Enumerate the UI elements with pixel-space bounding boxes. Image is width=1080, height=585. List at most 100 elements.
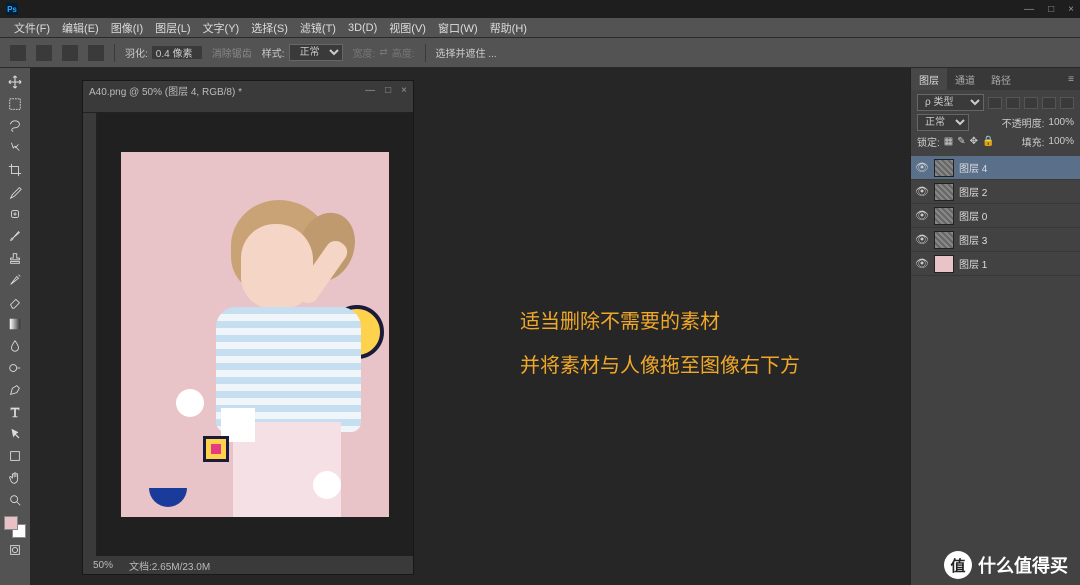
selection-add-icon[interactable] — [62, 45, 78, 61]
filter-adjust-icon[interactable] — [1006, 97, 1020, 109]
layer-name: 图层 0 — [959, 208, 987, 223]
feather-input[interactable] — [152, 46, 202, 59]
style-select[interactable]: 正常 — [289, 44, 343, 61]
selection-new-icon[interactable] — [36, 45, 52, 61]
title-bar: Ps — □ × — [0, 0, 1080, 18]
lock-all-icon[interactable]: 🔒 — [982, 136, 994, 147]
color-swatch[interactable] — [4, 516, 26, 538]
doc-close-button[interactable]: × — [401, 85, 407, 96]
lasso-tool[interactable] — [4, 116, 26, 136]
lock-pixels-icon[interactable]: ✎ — [957, 136, 965, 147]
ruler-vertical[interactable] — [83, 113, 97, 556]
type-tool[interactable] — [4, 402, 26, 422]
marquee-tool-icon[interactable] — [10, 45, 26, 61]
doc-maximize-button[interactable]: □ — [385, 85, 391, 96]
visibility-toggle-icon[interactable]: 👁 — [915, 233, 929, 246]
layer-thumbnail[interactable] — [934, 207, 954, 225]
lock-transparency-icon[interactable]: ▦ — [944, 136, 953, 147]
eraser-tool[interactable] — [4, 292, 26, 312]
menu-help[interactable]: 帮助(H) — [484, 20, 533, 36]
menu-type[interactable]: 文字(Y) — [197, 20, 246, 36]
window-maximize-button[interactable]: □ — [1048, 4, 1054, 15]
menu-layer[interactable]: 图层(L) — [149, 20, 196, 36]
layer-list: 👁 图层 4 👁 图层 2 👁 图层 0 👁 图层 3 👁 — [911, 156, 1080, 585]
panel-menu-icon[interactable]: ≡ — [1062, 74, 1080, 85]
window-close-button[interactable]: × — [1068, 4, 1074, 15]
zoom-tool[interactable] — [4, 490, 26, 510]
document-canvas[interactable] — [97, 113, 413, 556]
layer-item[interactable]: 👁 图层 4 — [911, 156, 1080, 180]
pen-tool[interactable] — [4, 380, 26, 400]
stamp-tool[interactable] — [4, 248, 26, 268]
layer-name: 图层 4 — [959, 160, 987, 175]
layer-item[interactable]: 👁 图层 2 — [911, 180, 1080, 204]
hand-tool[interactable] — [4, 468, 26, 488]
antialias-checkbox[interactable]: 消除锯齿 — [212, 45, 252, 60]
quick-select-tool[interactable] — [4, 138, 26, 158]
canvas-area: A40.png @ 50% (图层 4, RGB/8) * — □ × — [30, 68, 910, 585]
marquee-tool[interactable] — [4, 94, 26, 114]
window-controls: — □ × — [1024, 4, 1074, 15]
document-title: A40.png @ 50% (图层 4, RGB/8) * — [89, 83, 242, 98]
filter-shape-icon[interactable] — [1042, 97, 1056, 109]
layer-thumbnail[interactable] — [934, 159, 954, 177]
tab-paths[interactable]: 路径 — [983, 68, 1019, 91]
filter-type-icon[interactable] — [1024, 97, 1038, 109]
menu-file[interactable]: 文件(F) — [8, 20, 56, 36]
lock-position-icon[interactable]: ✥ — [970, 136, 978, 147]
height-label: 高度: — [392, 45, 415, 60]
layer-item[interactable]: 👁 图层 0 — [911, 204, 1080, 228]
quickmask-tool[interactable] — [4, 540, 26, 560]
path-select-tool[interactable] — [4, 424, 26, 444]
menu-window[interactable]: 窗口(W) — [432, 20, 484, 36]
fill-value[interactable]: 100% — [1048, 136, 1074, 147]
opacity-value[interactable]: 100% — [1048, 117, 1074, 128]
shape-circle-white-1 — [176, 389, 204, 417]
shape-tool[interactable] — [4, 446, 26, 466]
menu-view[interactable]: 视图(V) — [383, 20, 432, 36]
watermark: 值 什么值得买 — [944, 551, 1068, 579]
ruler-horizontal[interactable] — [83, 99, 413, 113]
visibility-toggle-icon[interactable]: 👁 — [915, 257, 929, 270]
dodge-tool[interactable] — [4, 358, 26, 378]
select-and-mask-button[interactable]: 选择并遮住 ... — [436, 45, 497, 60]
doc-minimize-button[interactable]: — — [365, 85, 375, 96]
move-tool[interactable] — [4, 72, 26, 92]
eyedropper-tool[interactable] — [4, 182, 26, 202]
foreground-color-icon[interactable] — [4, 516, 18, 530]
tab-layers[interactable]: 图层 — [911, 68, 947, 91]
menu-3d[interactable]: 3D(D) — [342, 22, 383, 34]
layer-item[interactable]: 👁 图层 3 — [911, 228, 1080, 252]
menu-edit[interactable]: 编辑(E) — [56, 20, 105, 36]
tab-channels[interactable]: 通道 — [947, 68, 983, 91]
menu-select[interactable]: 选择(S) — [245, 20, 294, 36]
menu-filter[interactable]: 滤镜(T) — [294, 20, 342, 36]
layer-thumbnail[interactable] — [934, 255, 954, 273]
document-footer: 50% 文档:2.65M/23.0M — [83, 556, 413, 574]
menu-image[interactable]: 图像(I) — [105, 20, 149, 36]
filter-pixel-icon[interactable] — [988, 97, 1002, 109]
crop-tool[interactable] — [4, 160, 26, 180]
blend-mode-select[interactable]: 正常 — [917, 114, 969, 131]
visibility-toggle-icon[interactable]: 👁 — [915, 209, 929, 222]
brush-tool[interactable] — [4, 226, 26, 246]
document-header[interactable]: A40.png @ 50% (图层 4, RGB/8) * — □ × — [83, 81, 413, 99]
layer-thumbnail[interactable] — [934, 183, 954, 201]
filter-type-select[interactable]: ρ 类型 — [917, 94, 984, 111]
history-brush-tool[interactable] — [4, 270, 26, 290]
selection-subtract-icon[interactable] — [88, 45, 104, 61]
layer-item[interactable]: 👁 图层 1 — [911, 252, 1080, 276]
person-figure — [191, 182, 389, 517]
filter-smart-icon[interactable] — [1060, 97, 1074, 109]
zoom-level[interactable]: 50% — [93, 560, 113, 571]
opacity-label: 不透明度: — [1002, 115, 1045, 130]
gradient-tool[interactable] — [4, 314, 26, 334]
layer-thumbnail[interactable] — [934, 231, 954, 249]
artwork — [121, 152, 389, 517]
visibility-toggle-icon[interactable]: 👁 — [915, 161, 929, 174]
window-minimize-button[interactable]: — — [1024, 4, 1034, 15]
blur-tool[interactable] — [4, 336, 26, 356]
head — [241, 224, 313, 309]
visibility-toggle-icon[interactable]: 👁 — [915, 185, 929, 198]
healing-tool[interactable] — [4, 204, 26, 224]
